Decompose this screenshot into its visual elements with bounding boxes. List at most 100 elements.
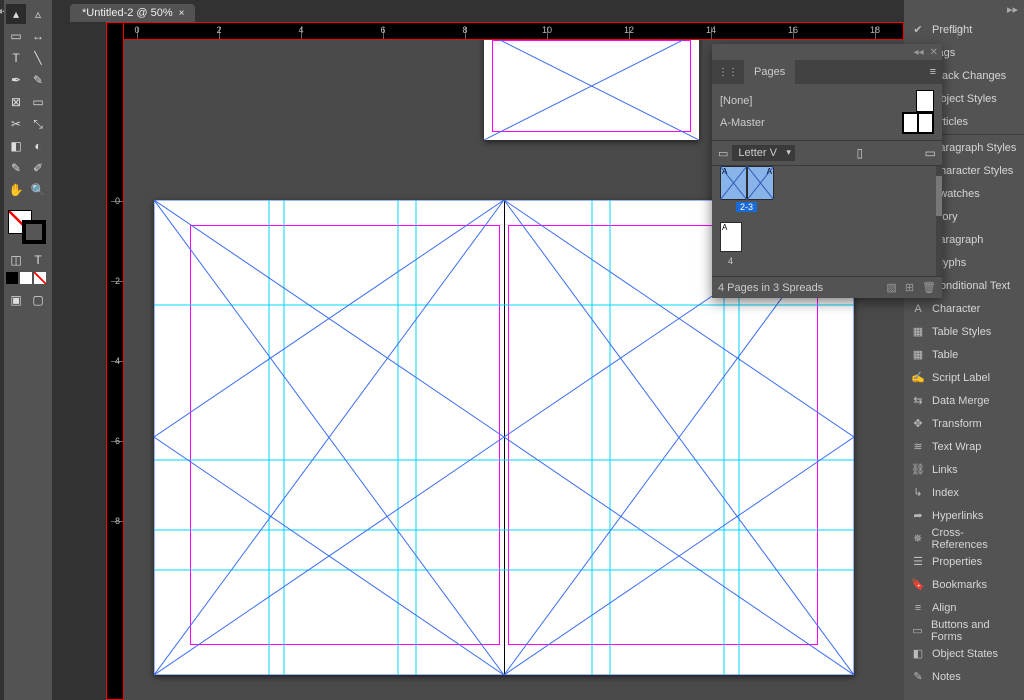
pages-panel[interactable]: ◂◂ ✕ ⋮⋮ Pages ≡ [None] A-Master bbox=[712, 44, 942, 298]
tool-page[interactable]: ▭ bbox=[6, 26, 26, 46]
page-thumb-4[interactable]: A bbox=[720, 222, 742, 252]
tool-type[interactable]: T bbox=[6, 48, 26, 68]
close-icon[interactable]: ✕ bbox=[930, 47, 938, 58]
panel-table[interactable]: ▦Table bbox=[904, 343, 1024, 366]
tool-selection[interactable]: ▴ bbox=[6, 4, 26, 24]
tool-rectangle-frame[interactable]: ⊠ bbox=[6, 92, 26, 112]
master-a-label: A-Master bbox=[720, 117, 765, 129]
panel-label: Cross-References bbox=[932, 527, 1018, 551]
ruler-h-label: 4 bbox=[298, 25, 303, 35]
panel-links[interactable]: ⛓Links bbox=[904, 458, 1024, 481]
edit-page-size-icon[interactable]: ▧ bbox=[886, 281, 896, 294]
stroke-swatch[interactable] bbox=[22, 220, 46, 244]
tool-scissors[interactable]: ✂ bbox=[6, 114, 26, 134]
panel-label: Bookmarks bbox=[932, 579, 987, 591]
page-size-icon: ▭ bbox=[718, 147, 728, 160]
page-1[interactable] bbox=[484, 40, 699, 140]
panel-grip-icon[interactable]: ⋮⋮ bbox=[712, 67, 744, 78]
panel-text-wrap[interactable]: ≋ Text Wrap bbox=[904, 435, 1024, 458]
ruler-v-label: 6 bbox=[115, 436, 120, 446]
tool-format-text[interactable]: T bbox=[28, 250, 48, 270]
align-icon: ≡ bbox=[911, 601, 925, 615]
tool-hand[interactable]: ✋ bbox=[6, 180, 26, 200]
tool-note[interactable]: ✎ bbox=[6, 158, 26, 178]
orientation-portrait-icon[interactable]: ▯ bbox=[856, 146, 863, 160]
delete-page-icon[interactable]: 🗑 bbox=[922, 281, 936, 294]
collapse-icon[interactable]: ◂◂ bbox=[914, 47, 924, 58]
fill-stroke-swatch[interactable] bbox=[6, 208, 46, 244]
panel-notes[interactable]: ✎ Notes bbox=[904, 665, 1024, 688]
tool-line[interactable]: ╲ bbox=[28, 48, 48, 68]
tool-format-container[interactable]: ◫ bbox=[6, 250, 26, 270]
pages-scrollbar[interactable] bbox=[936, 166, 942, 276]
tool-pen[interactable]: ✒ bbox=[6, 70, 26, 90]
ruler-h-label: 18 bbox=[870, 25, 880, 35]
panel-bookmarks[interactable]: 🔖Bookmarks bbox=[904, 573, 1024, 596]
document-tab[interactable]: *Untitled-2 @ 50% × bbox=[70, 4, 195, 22]
index-icon: ↳ bbox=[911, 486, 925, 500]
panel-label: Table bbox=[932, 349, 958, 361]
panel-label: Index bbox=[932, 487, 959, 499]
text-wrap-icon: ≋ bbox=[911, 440, 925, 454]
panel-data-merge[interactable]: ⇆Data Merge bbox=[904, 389, 1024, 412]
tool-normal-view[interactable]: ▣ bbox=[6, 290, 26, 310]
tool-preview-view[interactable]: ▢ bbox=[28, 290, 48, 310]
document-tab-title: *Untitled-2 @ 50% bbox=[82, 7, 173, 19]
tool-pencil[interactable]: ✎ bbox=[28, 70, 48, 90]
script-label-icon: ✍ bbox=[911, 371, 925, 385]
tool-gradient-swatch[interactable]: ◧ bbox=[6, 136, 26, 156]
apply-none-chip[interactable] bbox=[34, 272, 46, 284]
panel-hyperlinks[interactable]: ➦Hyperlinks bbox=[904, 504, 1024, 527]
panel-label: Text Wrap bbox=[932, 441, 981, 453]
spread-thumb-2-3[interactable]: A A bbox=[720, 166, 774, 200]
panel-label: Notes bbox=[932, 671, 961, 683]
panel-label: Character bbox=[932, 303, 980, 315]
ruler-h-label: 6 bbox=[380, 25, 385, 35]
apply-black-chip[interactable] bbox=[6, 272, 18, 284]
tool-eyedropper[interactable]: ✐ bbox=[28, 158, 48, 178]
vertical-ruler[interactable]: 02468 bbox=[106, 22, 124, 700]
tool-direct-selection[interactable]: ▵ bbox=[28, 4, 48, 24]
preflight-icon: ✔ bbox=[911, 23, 925, 37]
dock-collapse-icon[interactable]: ▸▸ bbox=[904, 0, 1024, 18]
panel-character[interactable]: A Character bbox=[904, 297, 1024, 320]
panel-transform[interactable]: ✥Transform bbox=[904, 412, 1024, 435]
horizontal-ruler[interactable]: 02468101214161820 bbox=[106, 22, 904, 40]
hyperlinks-icon: ➦ bbox=[911, 509, 925, 523]
page-size-select[interactable]: Letter V bbox=[732, 145, 795, 161]
ruler-v-label: 4 bbox=[115, 356, 120, 366]
panel-menu-icon[interactable]: ≡ bbox=[924, 66, 942, 78]
panel-align[interactable]: ≡Align bbox=[904, 596, 1024, 619]
panel-buttons-and-forms[interactable]: ▭Buttons and Forms bbox=[904, 619, 1024, 642]
panel-table-styles[interactable]: ▦Table Styles bbox=[904, 320, 1024, 343]
new-page-icon[interactable]: ⊞ bbox=[905, 281, 914, 294]
tool-zoom[interactable]: 🔍 bbox=[28, 180, 48, 200]
masters-section: [None] A-Master bbox=[712, 84, 942, 141]
panel-preflight[interactable]: ✔Preflight bbox=[904, 18, 1024, 41]
master-prefix: A bbox=[722, 223, 727, 232]
master-none[interactable]: [None] bbox=[720, 90, 934, 112]
panel-properties[interactable]: ☰Properties bbox=[904, 550, 1024, 573]
tool-rectangle[interactable]: ▭ bbox=[28, 92, 48, 112]
spread-thumb-diagonals bbox=[720, 166, 774, 200]
panel-cross-references[interactable]: ✵Cross-References bbox=[904, 527, 1024, 550]
character-icon: A bbox=[911, 302, 925, 316]
ruler-h-label: 14 bbox=[706, 25, 716, 35]
master-none-label: [None] bbox=[720, 95, 752, 107]
panel-object-states[interactable]: ◧Object States bbox=[904, 642, 1024, 665]
apply-white-chip[interactable] bbox=[20, 272, 32, 284]
panel-index[interactable]: ↳ Index bbox=[904, 481, 1024, 504]
data-merge-icon: ⇆ bbox=[911, 394, 925, 408]
close-icon[interactable]: × bbox=[179, 8, 185, 19]
pages-tab[interactable]: Pages bbox=[744, 60, 795, 84]
tool-gradient-feather[interactable]: ◐ bbox=[28, 136, 48, 156]
master-a[interactable]: A-Master bbox=[720, 112, 934, 134]
tool-gap[interactable]: ↔ bbox=[28, 26, 48, 46]
panel-label: Buttons and Forms bbox=[931, 619, 1017, 643]
notes-icon: ✎ bbox=[911, 670, 925, 684]
spread-thumb-label: 2-3 bbox=[736, 202, 757, 212]
orientation-landscape-icon[interactable]: ▭ bbox=[925, 146, 936, 160]
document-tabbar: *Untitled-2 @ 50% × bbox=[52, 0, 904, 22]
tool-free-transform[interactable]: ⤡ bbox=[28, 114, 48, 134]
panel-script-label[interactable]: ✍Script Label bbox=[904, 366, 1024, 389]
